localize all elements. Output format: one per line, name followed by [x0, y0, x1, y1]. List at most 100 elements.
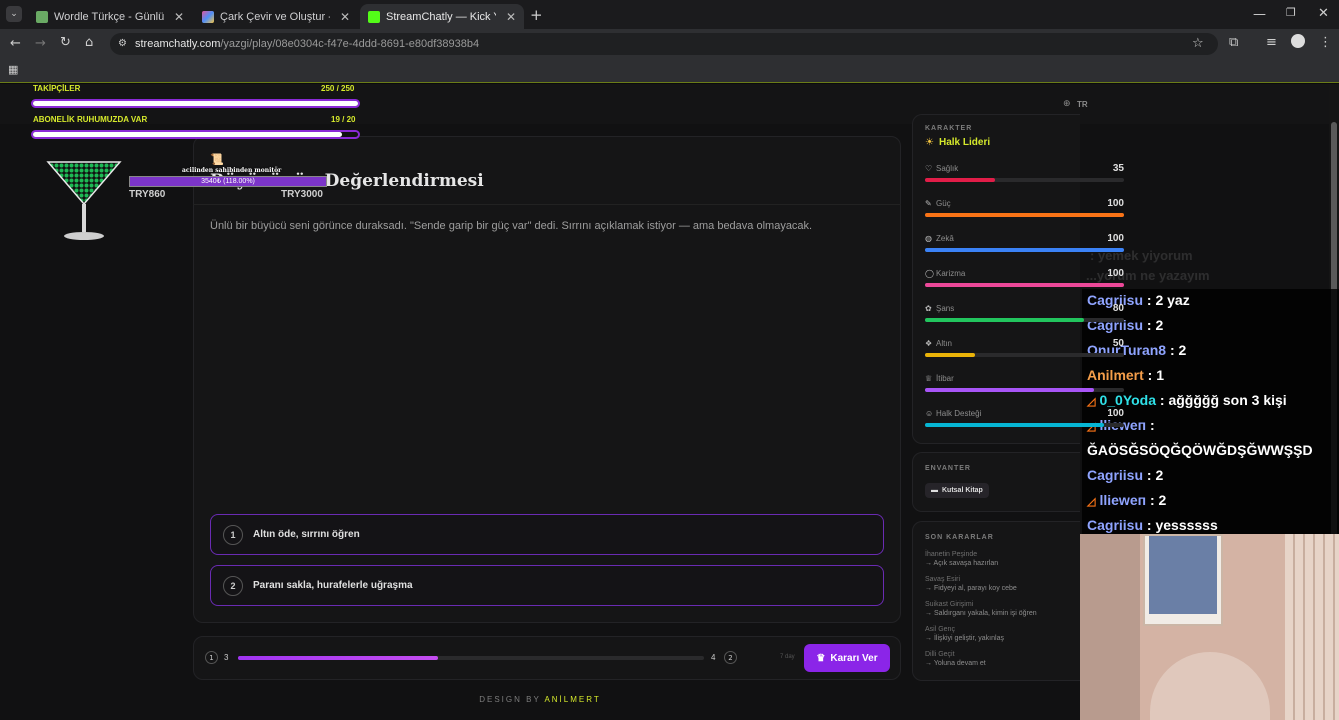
tab-wheel[interactable]: Çark Çevir ve Oluştur - Ücretsiz ✕: [194, 4, 358, 29]
page: ⊕ TR 📜 Büyücünün Değerlendirmesi Ünlü bi…: [0, 84, 1339, 720]
stat-label: Altın: [936, 339, 953, 348]
chat-message: ĞAÖSĞSÖQĞQÖWĞDŞĞWWŞŞD: [1082, 439, 1339, 464]
stat-value: 100: [1107, 198, 1124, 209]
profile-avatar[interactable]: [1291, 34, 1305, 48]
decision-choice: → Saldırganı yakala, kimin işi öğren: [925, 610, 1037, 617]
stat-bar: [925, 423, 1124, 427]
sun-icon: ☀: [925, 137, 934, 148]
stat-bar: [925, 248, 1124, 252]
extensions-icon[interactable]: ⧉: [1229, 35, 1238, 50]
subs-value: 19 / 20: [331, 115, 356, 124]
step-end-circle: 2: [724, 651, 737, 664]
character-section-heading: KARAKTER: [925, 125, 973, 132]
subs-bar: [31, 130, 360, 139]
stat-bar: [925, 283, 1124, 287]
chat-text: : 2: [1143, 317, 1164, 333]
subs-bar-fill: [33, 132, 342, 137]
footer-credit: DESIGN BY ANİLMERT: [0, 695, 1080, 704]
decision-name: Suikast Girişimi: [925, 601, 974, 608]
chat-username: Anilmert: [1087, 367, 1144, 383]
tab-title: Çark Çevir ve Oluştur - Ücretsiz: [220, 10, 330, 23]
decision-choice: → Yoluna devam et: [925, 660, 986, 667]
donation-goal: TRY3000: [281, 189, 323, 200]
mod-badge-icon: ◿: [1087, 396, 1096, 408]
globe-icon[interactable]: ⊕: [1063, 99, 1071, 109]
inventory-item[interactable]: ▬ Kutsal Kitap: [925, 483, 989, 498]
footer-name: ANİLMERT: [544, 695, 601, 704]
character-name: Halk Lideri: [939, 137, 991, 148]
inventory-section-heading: ENVANTER: [925, 465, 971, 472]
wordle-favicon-icon: [36, 10, 48, 23]
footer-prefix: DESIGN BY: [479, 695, 545, 704]
new-tab-button[interactable]: +: [530, 6, 543, 24]
stat-bar: [925, 213, 1124, 217]
martini-glass-icon: [46, 161, 122, 240]
stat-label: Sağlık: [936, 164, 959, 173]
close-icon[interactable]: ✕: [174, 10, 184, 24]
stat-bar-fill: [925, 178, 995, 182]
decisions-section-heading: SON KARARLAR: [925, 534, 994, 541]
tab-streamchatly[interactable]: StreamChatly — Kick Yayıncıları ✕: [360, 4, 524, 29]
stat-bar-fill: [925, 318, 1085, 322]
chat-message: Anilmert : 1: [1082, 364, 1339, 389]
decide-label: Kararı Ver: [830, 652, 878, 664]
stat-label: Karizma: [936, 269, 966, 278]
media-icon[interactable]: ≡: [1266, 35, 1277, 50]
stat-bar-fill: [925, 388, 1095, 392]
choice-number: 1: [223, 524, 243, 545]
inventory-item-label: Kutsal Kitap: [942, 487, 983, 494]
close-icon[interactable]: ✕: [506, 10, 516, 24]
reload-icon[interactable]: ↻: [60, 35, 71, 50]
stat-bar: [925, 353, 1124, 357]
forward-icon[interactable]: →: [35, 36, 46, 51]
wheel-favicon-icon: [202, 10, 214, 23]
inventory-panel: [912, 452, 1080, 512]
donation-bar-fill: 3540₺ (118.00%): [130, 177, 326, 186]
bookmark-star-icon[interactable]: ☆: [1192, 33, 1204, 55]
followers-bar-fill: [33, 101, 358, 106]
chair: [1150, 652, 1270, 720]
stat-icon: ◯: [925, 269, 934, 278]
minimize-icon[interactable]: —: [1253, 7, 1266, 22]
back-icon[interactable]: ←: [10, 36, 21, 51]
streamchatly-favicon-icon: [368, 10, 380, 23]
choice-text: Altın öde, sırrını öğren: [253, 529, 360, 540]
close-icon[interactable]: ✕: [340, 10, 350, 24]
decision-name: İhanetin Peşinde: [925, 551, 978, 558]
step-hint: 7 day: [780, 654, 795, 660]
restore-icon[interactable]: ❐: [1286, 6, 1296, 19]
stat-label: Halk Desteği: [936, 409, 982, 418]
stat-bar-fill: [925, 213, 1124, 217]
wall-frame: [1143, 534, 1223, 626]
tab-search-icon[interactable]: ⌄: [6, 6, 22, 22]
tab-wordle[interactable]: Wordle Türkçe - Günlük Kelime ✕: [28, 4, 192, 29]
webcam-feed: [1080, 534, 1339, 720]
chat-text: : 2 yaz: [1143, 292, 1190, 308]
toolbar: ← → ↻ ⌂ ⚙ streamchatly.com/yazgi/play/08…: [0, 29, 1339, 59]
home-icon[interactable]: ⌂: [85, 35, 93, 50]
choice-text: Paranı sakla, hurafelerle uğraşma: [253, 580, 413, 591]
decide-button[interactable]: ♛ Kararı Ver: [804, 644, 890, 672]
followers-label: TAKİPÇİLER: [33, 84, 81, 93]
site-info-icon[interactable]: ⚙: [118, 33, 127, 55]
stat-value: 80: [1112, 303, 1124, 314]
stat-bar-fill: [925, 353, 975, 357]
choice-number: 2: [223, 575, 243, 596]
chat-text: : 2: [1143, 467, 1164, 483]
apps-grid-icon[interactable]: ▦: [8, 63, 18, 76]
url-path: /yazgi/play/08e0304c-f47e-4ddd-8691-e80d…: [220, 38, 480, 50]
stat-value: 100: [1107, 233, 1124, 244]
stat-bar-fill: [925, 283, 1124, 287]
wall-shadow: [1080, 534, 1140, 720]
address-bar[interactable]: ⚙ streamchatly.com/yazgi/play/08e0304c-f…: [110, 33, 1218, 55]
step-start-circle: 1: [205, 651, 218, 664]
choice-2[interactable]: 2 Paranı sakla, hurafelerle uğraşma: [210, 565, 884, 606]
menu-icon[interactable]: ⋮: [1319, 35, 1332, 50]
stat-label: Güç: [936, 199, 951, 208]
decision-choice: → Açık savaşa hazırlan: [925, 560, 999, 567]
donation-bar: 3540₺ (118.00%): [129, 176, 327, 187]
window-close-icon[interactable]: ✕: [1318, 6, 1329, 21]
followers-value: 250 / 250: [321, 84, 355, 93]
language-switch[interactable]: TR: [1077, 100, 1088, 109]
choice-1[interactable]: 1 Altın öde, sırrını öğren: [210, 514, 884, 555]
